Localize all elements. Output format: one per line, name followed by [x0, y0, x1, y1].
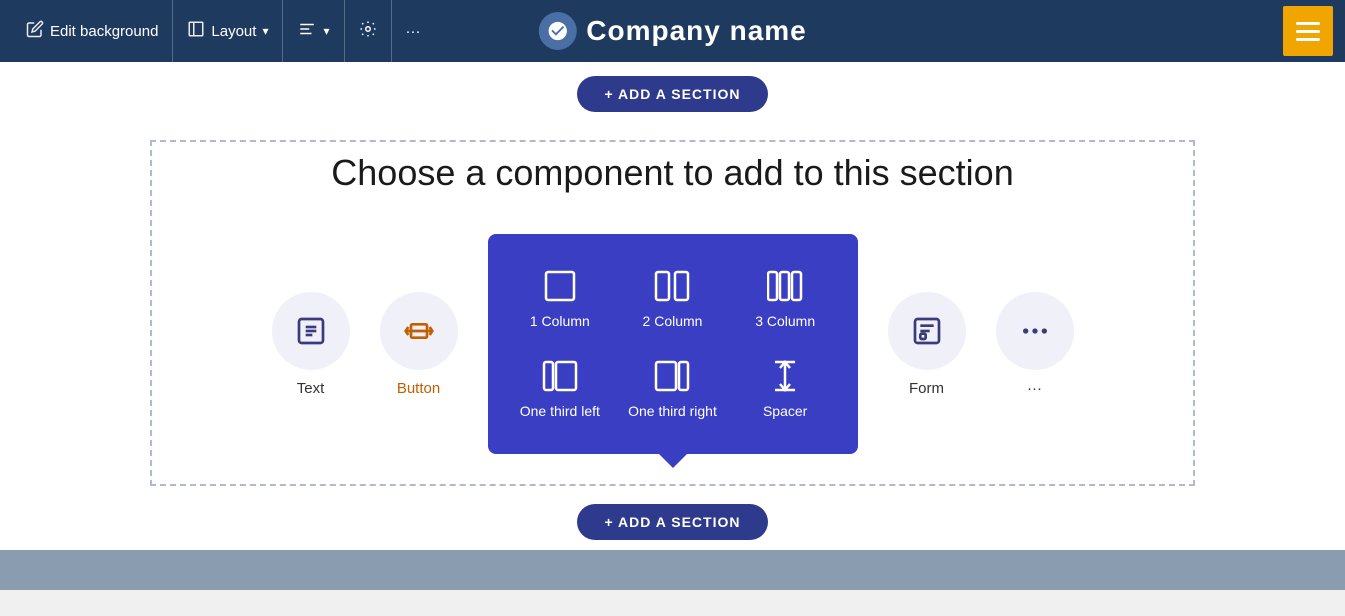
two-column-icon	[654, 268, 690, 304]
edit-background-icon	[26, 20, 44, 43]
toolbar-left: Edit background Layout ▾ ▾	[12, 0, 435, 62]
add-section-top-label: + ADD A SECTION	[605, 86, 741, 102]
spacer-label: Spacer	[763, 402, 807, 420]
component-row: Text Button	[152, 234, 1193, 484]
toolbar-right	[1283, 6, 1333, 56]
three-column-icon	[767, 268, 803, 304]
one-column-icon	[542, 268, 578, 304]
align-icon	[297, 20, 317, 42]
two-column-layout-item[interactable]: 2 Column	[616, 254, 729, 344]
more-component-icon	[996, 292, 1074, 370]
form-component-label: Form	[909, 380, 944, 397]
settings-button[interactable]	[345, 0, 392, 62]
one-third-left-label: One third left	[520, 402, 600, 420]
hamburger-button[interactable]	[1283, 6, 1333, 56]
one-third-left-layout-item[interactable]: One third left	[504, 344, 617, 434]
more-options-label: ···	[406, 23, 421, 40]
toolbar: Edit background Layout ▾ ▾	[0, 0, 1345, 62]
more-component-item[interactable]: ···	[996, 292, 1074, 397]
button-component-icon	[380, 292, 458, 370]
one-third-right-icon	[654, 358, 690, 394]
company-name: Company name	[586, 15, 807, 47]
three-column-layout-item[interactable]: 3 Column	[729, 254, 842, 344]
text-component-icon	[272, 292, 350, 370]
hamburger-line-2	[1296, 30, 1320, 33]
button-component-item[interactable]: Button	[380, 292, 458, 397]
form-component-item[interactable]: Form	[888, 292, 966, 397]
one-column-label: 1 Column	[530, 312, 590, 330]
edit-background-label: Edit background	[50, 23, 158, 40]
text-component-label: Text	[297, 380, 325, 397]
one-third-right-label: One third right	[628, 402, 717, 420]
one-third-left-icon	[542, 358, 578, 394]
layout-chevron-icon: ▾	[262, 24, 268, 38]
hamburger-line-3	[1296, 38, 1320, 41]
two-column-label: 2 Column	[643, 312, 703, 330]
section-title: Choose a component to add to this sectio…	[331, 152, 1013, 194]
form-component-icon	[888, 292, 966, 370]
main-content: Choose a component to add to this sectio…	[0, 120, 1345, 550]
more-component-label: ···	[1027, 380, 1042, 397]
layout-icon	[187, 20, 205, 43]
add-section-top-bar: + ADD A SECTION	[0, 62, 1345, 120]
spacer-layout-item[interactable]: Spacer	[729, 344, 842, 434]
layout-button[interactable]: Layout ▾	[173, 0, 283, 62]
layout-panel: 1 Column 2 Column 3 Column	[488, 234, 858, 454]
one-third-right-layout-item[interactable]: One third right	[616, 344, 729, 434]
add-section-bottom-label: + ADD A SECTION	[605, 514, 741, 530]
spacer-icon	[767, 358, 803, 394]
settings-icon	[359, 20, 377, 42]
text-component-item[interactable]: Text	[272, 292, 350, 397]
add-section-bottom-bar: + ADD A SECTION	[0, 486, 1345, 550]
align-button[interactable]: ▾	[283, 0, 344, 62]
one-column-layout-item[interactable]: 1 Column	[504, 254, 617, 344]
layout-label: Layout	[211, 23, 256, 40]
align-chevron-icon: ▾	[323, 24, 329, 38]
button-component-label: Button	[397, 380, 440, 397]
three-column-label: 3 Column	[755, 312, 815, 330]
more-options-button[interactable]: ···	[392, 0, 435, 62]
section-container: Choose a component to add to this sectio…	[150, 140, 1195, 486]
edit-background-button[interactable]: Edit background	[12, 0, 173, 62]
company-logo	[538, 12, 576, 50]
add-section-bottom-button[interactable]: + ADD A SECTION	[577, 504, 769, 540]
add-section-top-button[interactable]: + ADD A SECTION	[577, 76, 769, 112]
hamburger-line-1	[1296, 22, 1320, 25]
company-name-area: Company name	[538, 12, 807, 50]
footer-area	[0, 550, 1345, 590]
